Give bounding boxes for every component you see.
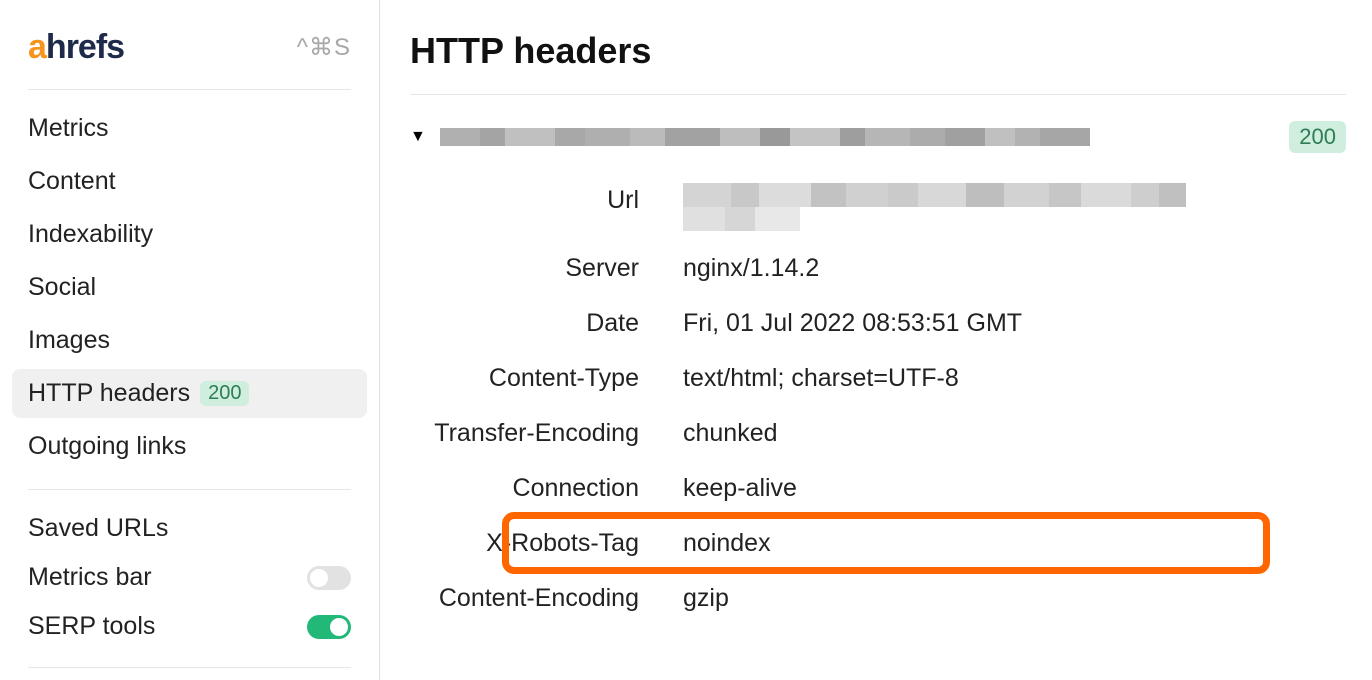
sidebar-item-label: Indexability	[28, 220, 153, 249]
toggle-knob	[330, 618, 348, 636]
toggle-serp-tools[interactable]	[307, 615, 351, 639]
header-value-redacted	[683, 183, 1346, 231]
sidebar-item-label: HTTP headers	[28, 379, 190, 408]
status-badge: 200	[200, 381, 249, 406]
header-row-content-type: Content-Type text/html; charset=UTF-8	[418, 361, 1346, 396]
header-value: text/html; charset=UTF-8	[683, 361, 1346, 396]
header-row-date: Date Fri, 01 Jul 2022 08:53:51 GMT	[418, 306, 1346, 341]
logo-a: a	[28, 28, 46, 66]
sidebar-item-http-headers[interactable]: HTTP headers 200	[12, 369, 367, 418]
header-row-connection: Connection keep-alive	[418, 471, 1346, 506]
header-key: Date	[418, 306, 683, 341]
header-row-content-encoding: Content-Encoding gzip	[418, 581, 1346, 616]
sidebar-item-social[interactable]: Social	[12, 263, 367, 312]
toggle-row-serp-tools: SERP tools	[28, 602, 351, 651]
page-title: HTTP headers	[410, 30, 1346, 72]
sidebar-item-content[interactable]: Content	[12, 157, 367, 206]
divider	[28, 667, 351, 668]
header-value: noindex	[683, 526, 1346, 561]
sidebar-item-metrics[interactable]: Metrics	[12, 104, 367, 153]
keyboard-shortcut: ^⌘S	[297, 33, 351, 62]
logo-rest: hrefs	[46, 28, 124, 66]
header-key: X-Robots-Tag	[418, 526, 683, 561]
header-value: chunked	[683, 416, 1346, 451]
toggle-label: SERP tools	[28, 612, 155, 641]
divider	[410, 94, 1346, 95]
header-key: Url	[418, 183, 683, 218]
header-value: Fri, 01 Jul 2022 08:53:51 GMT	[683, 306, 1346, 341]
header-row-url: Url	[418, 183, 1346, 231]
saved-urls-label: Saved URLs	[28, 514, 168, 543]
sidebar-item-images[interactable]: Images	[12, 316, 367, 365]
header-key: Transfer-Encoding	[418, 416, 683, 451]
sidebar-item-label: Images	[28, 326, 110, 355]
sidebar-nav: Metrics Content Indexability Social Imag…	[0, 90, 379, 475]
toggle-row-metrics-bar: Metrics bar	[28, 553, 351, 602]
sidebar-header: ahrefs ^⌘S	[0, 28, 379, 89]
header-key: Content-Type	[418, 361, 683, 396]
header-row-transfer-encoding: Transfer-Encoding chunked	[418, 416, 1346, 451]
header-key: Server	[418, 251, 683, 286]
sidebar-bottom: Saved URLs Metrics bar SERP tools	[0, 504, 379, 651]
headers-table: Url	[418, 183, 1346, 616]
sidebar: ahrefs ^⌘S Metrics Content Indexability …	[0, 0, 380, 680]
header-row-x-robots-tag: X-Robots-Tag noindex	[418, 526, 1346, 561]
toggle-knob	[310, 569, 328, 587]
main-content: HTTP headers ▼ 200 Url	[380, 0, 1372, 680]
status-badge: 200	[1289, 121, 1346, 153]
sidebar-item-label: Outgoing links	[28, 432, 186, 461]
toggle-metrics-bar[interactable]	[307, 566, 351, 590]
redacted-url-bar	[440, 128, 1090, 146]
sidebar-item-label: Social	[28, 273, 96, 302]
header-value: nginx/1.14.2	[683, 251, 1346, 286]
header-value: keep-alive	[683, 471, 1346, 506]
chevron-down-icon: ▼	[410, 128, 426, 146]
toggle-label: Metrics bar	[28, 563, 152, 592]
summary-row[interactable]: ▼ 200	[410, 121, 1346, 153]
sidebar-item-outgoing-links[interactable]: Outgoing links	[12, 422, 367, 471]
sidebar-item-label: Content	[28, 167, 116, 196]
header-key: Connection	[418, 471, 683, 506]
saved-urls-row[interactable]: Saved URLs	[28, 504, 351, 553]
header-row-server: Server nginx/1.14.2	[418, 251, 1346, 286]
header-key: Content-Encoding	[418, 581, 683, 616]
divider	[28, 489, 351, 490]
header-value: gzip	[683, 581, 1346, 616]
logo: ahrefs	[28, 28, 124, 67]
sidebar-item-indexability[interactable]: Indexability	[12, 210, 367, 259]
sidebar-item-label: Metrics	[28, 114, 109, 143]
